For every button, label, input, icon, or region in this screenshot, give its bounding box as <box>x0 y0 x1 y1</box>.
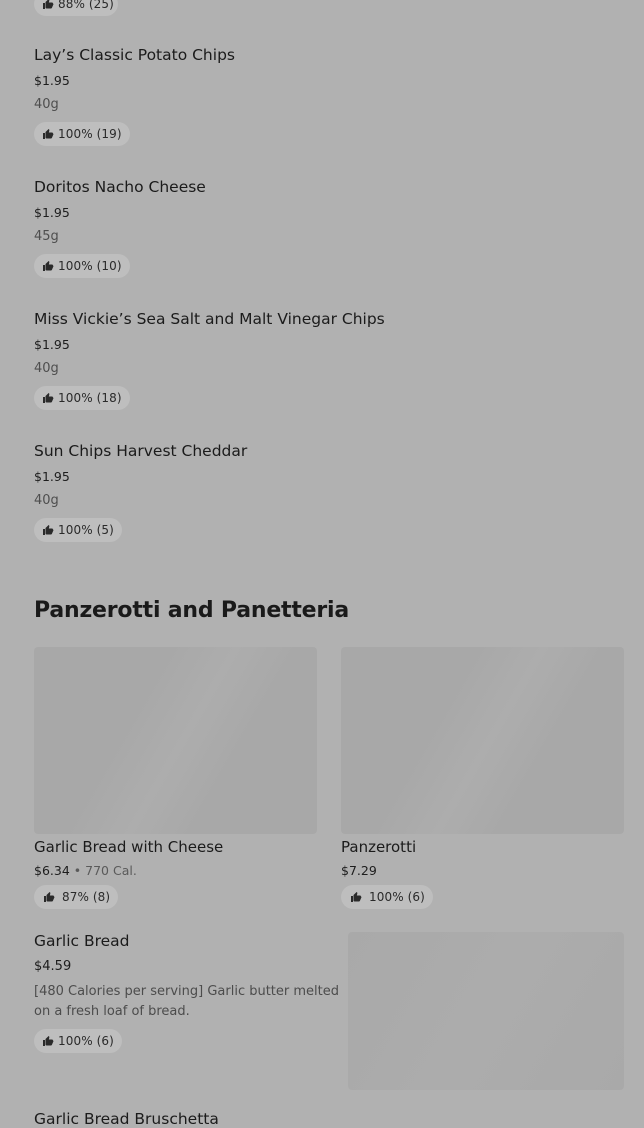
section-title: Panzerotti and Panetteria <box>34 598 350 623</box>
item-price: $6.34 <box>34 863 70 878</box>
thumbs-up-icon <box>42 524 54 536</box>
item-image <box>341 647 624 834</box>
rating-badge: 100% (10) <box>34 254 130 278</box>
rating-badge: 88% (25) <box>34 0 118 16</box>
item-price: $1.95 <box>34 469 70 484</box>
thumbs-up-icon <box>42 260 54 272</box>
rating-text: 100% (10) <box>58 259 122 273</box>
item-price: $1.95 <box>34 73 70 88</box>
item-size: 40g <box>34 97 59 112</box>
rating-badge: 100% (19) <box>34 122 130 146</box>
rating-badge: 100% (6) <box>341 885 433 909</box>
thumbs-up-icon <box>42 392 54 404</box>
rating-text: 88% (25) <box>58 0 114 11</box>
item-price: $7.29 <box>341 863 377 878</box>
rating-badge: 87% (8) <box>34 885 119 909</box>
item-size: 40g <box>34 493 59 508</box>
item-price: $4.59 <box>34 959 72 974</box>
rating-badge: 100% (6) <box>34 1029 122 1053</box>
item-meta: $6.34 • 770 Cal. <box>34 863 137 878</box>
rating-text: 100% (19) <box>58 127 122 141</box>
item-image <box>348 932 624 1090</box>
rating-text: 100% (6) <box>58 1034 114 1048</box>
item-description: [480 Calories per serving] Garlic butter… <box>34 984 339 1019</box>
thumbs-up-icon <box>350 891 362 903</box>
separator: • <box>73 863 82 878</box>
item-name: Garlic Bread <box>34 932 130 950</box>
item-calories: 770 Cal. <box>85 863 137 878</box>
thumbs-up-icon <box>42 0 54 10</box>
item-size: 45g <box>34 229 59 244</box>
thumbs-up-icon <box>42 1035 54 1047</box>
thumbs-up-icon <box>43 891 55 903</box>
rating-badge: 100% (18) <box>34 386 130 410</box>
item-price: $1.95 <box>34 337 70 352</box>
rating-text: 100% (5) <box>58 523 114 537</box>
rating-text: 100% (18) <box>58 391 122 405</box>
item-name: Lay’s Classic Potato Chips <box>34 46 235 64</box>
item-price: $1.95 <box>34 205 70 220</box>
item-name: Garlic Bread with Cheese <box>34 838 224 856</box>
item-image <box>34 647 317 834</box>
item-name: Sun Chips Harvest Cheddar <box>34 442 248 460</box>
item-name[interactable]: Garlic Bread Bruschetta <box>34 1110 219 1128</box>
rating-text: 100% (6) <box>369 890 425 904</box>
item-name: Doritos Nacho Cheese <box>34 178 206 196</box>
rating-text: 87% (8) <box>62 890 111 904</box>
item-size: 40g <box>34 361 59 376</box>
thumbs-up-icon <box>42 128 54 140</box>
item-name: Panzerotti <box>341 838 417 856</box>
item-name: Miss Vickie’s Sea Salt and Malt Vinegar … <box>34 310 385 328</box>
rating-badge: 100% (5) <box>34 518 122 542</box>
